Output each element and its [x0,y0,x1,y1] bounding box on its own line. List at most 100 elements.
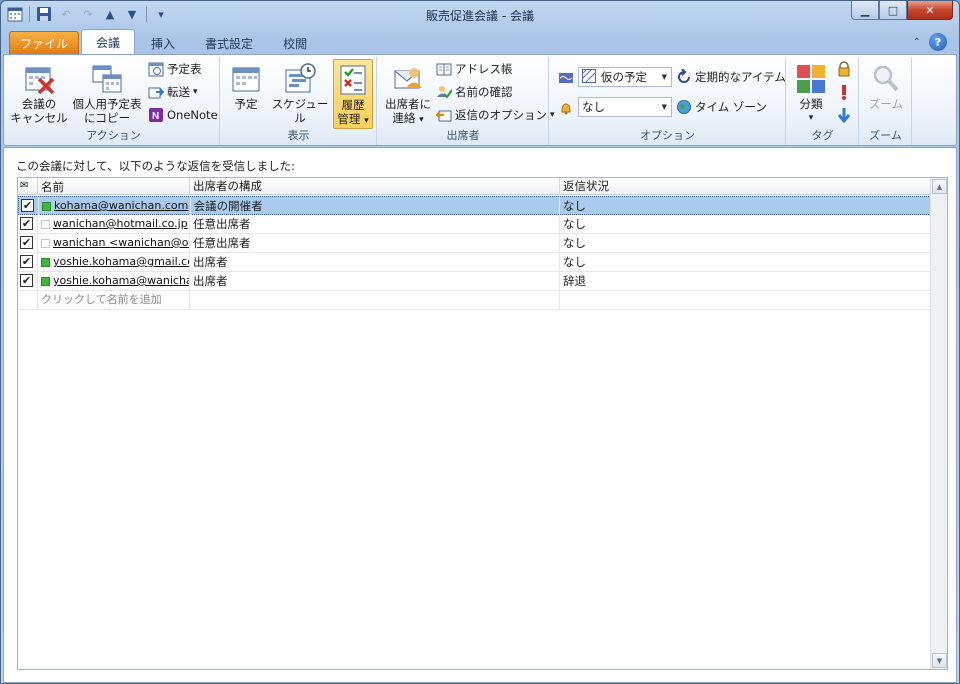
attendee-name-cell[interactable]: kohama@wanichan.com [39,197,191,215]
attendee-name-cell[interactable]: yoshie.kohama@gmail.com [38,253,190,271]
attendee-name-link[interactable]: wanichan <wanichan@outlo [53,234,189,252]
zoom-button[interactable]: ズーム [862,59,910,111]
copy-to-calendar-button[interactable]: 個人用予定表 にコピー [68,59,146,125]
forward-icon [148,84,165,100]
reminder-select[interactable]: なし ▼ [578,97,672,117]
tab-insert[interactable]: 挿入 [137,31,189,55]
tracking-icon [337,64,369,96]
calendar-button[interactable]: 予定表 [148,59,202,79]
empty-cell [190,291,560,309]
attendee-response-cell: なし [562,199,586,213]
recurrence-button[interactable]: 定期的なアイテム [676,67,786,87]
scroll-down-icon[interactable]: ▼ [932,653,947,668]
attendee-checkbox[interactable]: ✔ [21,199,34,212]
attendee-name-cell[interactable]: wanichan@hotmail.co.jp [38,215,190,233]
maximize-button[interactable]: □ [879,1,907,20]
svg-text:N: N [152,111,159,122]
header-response-icon[interactable]: ✉ [18,178,38,195]
minimize-ribbon-icon[interactable]: ⌃ [913,37,921,48]
table-row[interactable]: ✔ wanichan@hotmail.co.jp 任意出席者 なし [18,215,931,234]
empty-cell [560,291,931,309]
tracking-info-text: この会議に対して、以下のような返信を受信しました: [16,159,295,173]
attendee-attendance-cell[interactable]: 出席者 [190,253,560,271]
time-zones-button[interactable]: タイム ゾーン [676,97,767,117]
tracking-button[interactable]: 履歴 管理 ▾ [333,59,373,129]
availability-status-icon [41,201,51,211]
header-response[interactable]: 返信状況 [560,178,931,195]
attendee-attendance-cell[interactable]: 会議の開催者 [191,197,560,215]
attendee-checkbox[interactable]: ✔ [20,255,33,268]
response-options-icon [435,107,452,123]
scroll-up-icon[interactable]: ▲ [932,179,947,194]
forward-dropdown-icon: ▾ [193,87,198,97]
attendee-name-link[interactable]: yoshie.kohama@gmail.com [53,253,189,271]
availability-status-icon [41,276,50,286]
attendee-name-link[interactable]: kohama@wanichan.com [54,197,188,215]
tab-meeting[interactable]: 会議 [81,29,136,55]
address-book-button[interactable]: アドレス帳 [436,59,513,79]
group-tags: 分類 ▾ タグ [787,57,859,145]
tab-review[interactable]: 校閲 [269,31,321,55]
scheduling-label: スケジュール [271,97,329,125]
recurrence-icon [676,68,692,85]
categorize-button[interactable]: 分類 ▾ [791,59,831,125]
attendee-checkbox-cell: ✔ [19,197,39,215]
close-button[interactable]: ✕ [907,1,953,20]
attendee-name-cell[interactable]: wanichan <wanichan@outlo [38,234,190,252]
calendar-icon [148,61,164,77]
show-as-select[interactable]: 仮の予定 ▼ [578,67,672,87]
zoom-label: ズーム [868,97,904,111]
vertical-scrollbar[interactable]: ▲ ▼ [930,178,947,669]
attendee-checkbox[interactable]: ✔ [20,236,33,249]
tracking-label-1: 履歴 [341,98,365,112]
appointment-button[interactable]: 予定 [227,59,265,111]
add-attendee-row[interactable]: クリックして名前を追加 [18,291,931,310]
contact-dropdown-icon: ▾ [419,115,424,125]
contact-attendees-button[interactable]: 出席者に 連絡 ▾ [382,59,434,127]
attendee-checkbox[interactable]: ✔ [20,217,33,230]
attendee-attendance-cell[interactable]: 任意出席者 [190,234,560,252]
onenote-label: OneNote [167,108,218,122]
attendee-response-cell: なし [563,217,586,231]
private-lock-icon[interactable] [836,61,852,77]
scheduling-button[interactable]: スケジュール [267,59,333,125]
help-icon[interactable]: ? [929,33,947,51]
tab-format-text[interactable]: 書式設定 [191,31,267,55]
group-attendees-label: 出席者 [446,129,480,142]
check-names-button[interactable]: 名前の確認 [436,82,513,102]
attendee-name-cell[interactable]: yoshie.kohama@wanichan.jp [38,272,190,290]
attendee-checkbox-cell: ✔ [18,215,38,233]
minimize-button[interactable]: ▁ [851,1,879,20]
attendee-attendance-cell[interactable]: 任意出席者 [190,215,560,233]
show-as-icon [558,70,574,86]
cancel-meeting-button[interactable]: 会議の キャンセル [10,59,68,125]
onenote-button[interactable]: N OneNote [148,105,218,125]
address-book-icon [436,61,452,77]
table-row[interactable]: ✔ kohama@wanichan.com 会議の開催者 なし [18,196,931,215]
address-book-label: アドレス帳 [455,62,513,76]
forward-button[interactable]: 転送 ▾ [148,82,198,102]
header-name[interactable]: 名前 [38,178,190,195]
attendee-name-link[interactable]: wanichan@hotmail.co.jp [53,215,188,233]
table-row[interactable]: ✔ yoshie.kohama@wanichan.jp出席者辞退 [18,272,931,291]
low-importance-icon[interactable] [836,107,852,124]
table-row[interactable]: ✔ yoshie.kohama@gmail.com 出席者 なし [18,253,931,272]
appointment-label: 予定 [234,97,258,111]
attendee-checkbox-cell: ✔ [18,253,38,271]
show-as-value: 仮の予定 [601,70,647,84]
attendee-checkbox[interactable]: ✔ [20,274,33,287]
tab-file[interactable]: ファイル [9,31,80,55]
availability-status-icon [41,238,50,248]
zoom-magnifier-icon [870,63,902,95]
attendee-attendance-cell[interactable]: 出席者 [190,272,560,290]
group-show: 予定 スケジュール 履歴 管理 ▾ 表示 [221,57,377,145]
attendee-name-link[interactable]: yoshie.kohama@wanichan.jp [53,272,189,290]
attendee-checkbox-cell: ✔ [18,234,38,252]
response-options-button[interactable]: 返信のオプション ▾ [435,105,555,125]
table-row[interactable]: ✔ wanichan <wanichan@outlo任意出席者なし [18,234,931,253]
header-attendance[interactable]: 出席者の構成 [190,178,560,195]
high-importance-icon[interactable] [836,84,852,100]
contact-attendees-label-2-text: 連絡 [392,111,416,125]
add-name-input[interactable]: クリックして名前を追加 [38,291,190,309]
group-zoom-label: ズーム [869,129,902,142]
